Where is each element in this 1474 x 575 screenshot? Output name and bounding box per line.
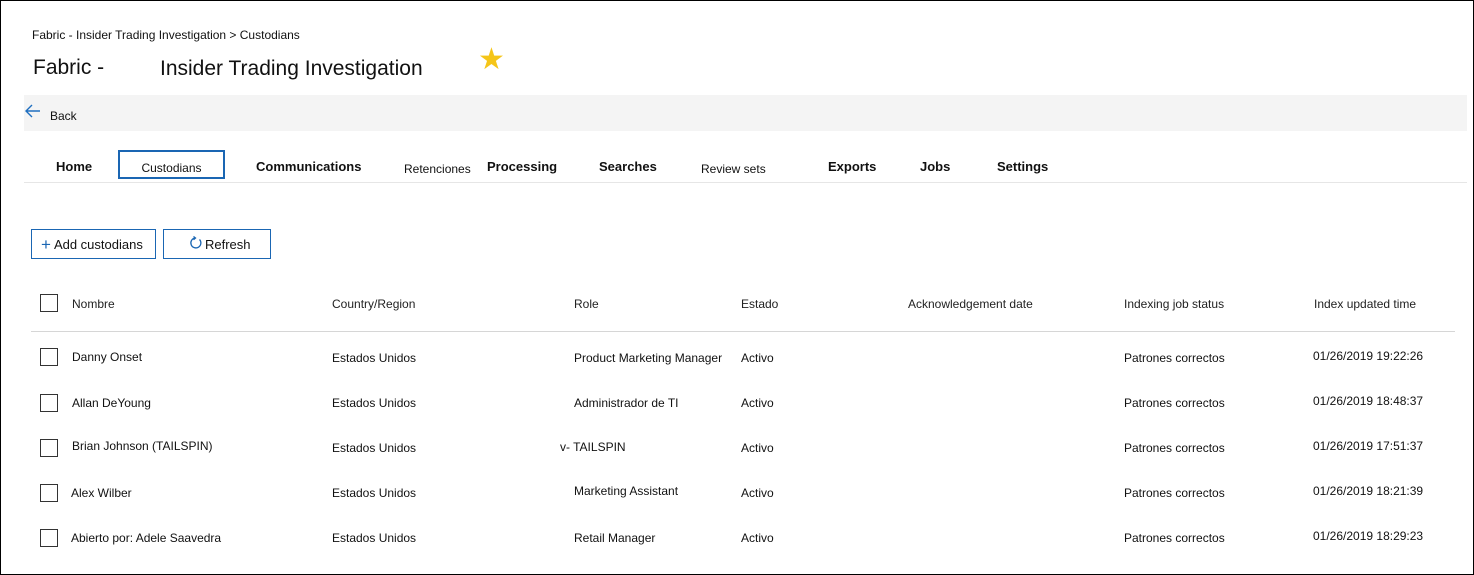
cell-country: Estados Unidos xyxy=(332,441,417,455)
cell-country: Estados Unidos xyxy=(332,351,417,365)
cell-name[interactable]: Brian Johnson (TAILSPIN) xyxy=(72,439,213,453)
cell-name[interactable]: Danny Onset xyxy=(72,350,142,364)
back-button[interactable]: Back xyxy=(50,109,77,123)
tab-custodians[interactable]: Custodians xyxy=(118,150,225,179)
cell-role: v- TAILSPIN xyxy=(560,440,626,454)
cell-indexing-status: Patrones correctos xyxy=(1124,351,1225,365)
header-divider xyxy=(31,331,1455,332)
cell-country: Estados Unidos xyxy=(332,486,417,500)
tab-review-sets[interactable]: Review sets xyxy=(701,162,766,176)
refresh-label: Refresh xyxy=(205,236,251,252)
cell-estado: Activo xyxy=(741,396,774,410)
row-checkbox[interactable] xyxy=(40,529,58,547)
row-checkbox[interactable] xyxy=(40,394,58,412)
cell-country: Estados Unidos xyxy=(332,531,417,545)
cell-name[interactable]: Alex Wilber xyxy=(71,486,132,500)
breadcrumb[interactable]: Fabric - Insider Trading Investigation >… xyxy=(32,28,300,42)
cell-country: Estados Unidos xyxy=(332,396,417,410)
column-header-ack-date[interactable]: Acknowledgement date xyxy=(908,297,1033,311)
cell-role: Administrador de TI xyxy=(574,396,679,410)
cell-index-updated: 01/26/2019 17:51:37 xyxy=(1313,439,1424,453)
arrow-left-icon[interactable] xyxy=(25,103,41,123)
row-checkbox[interactable] xyxy=(40,439,58,457)
tab-searches[interactable]: Searches xyxy=(599,159,657,174)
column-header-estado[interactable]: Estado xyxy=(741,297,778,311)
cell-estado: Activo xyxy=(741,531,774,545)
cell-index-updated: 01/26/2019 19:22:26 xyxy=(1313,349,1424,363)
column-header-country[interactable]: Country/Region xyxy=(332,297,415,311)
add-custodians-label: Add custodians xyxy=(53,236,143,252)
column-header-role[interactable]: Role xyxy=(574,297,599,311)
cell-name[interactable]: Abierto por: Adele Saavedra xyxy=(71,531,221,545)
tab-processing[interactable]: Processing xyxy=(487,159,557,174)
refresh-icon xyxy=(188,235,202,253)
cell-name[interactable]: Allan DeYoung xyxy=(72,396,151,410)
tab-home[interactable]: Home xyxy=(56,159,92,174)
cell-index-updated: 01/26/2019 18:21:39 xyxy=(1313,484,1424,498)
window-frame xyxy=(0,0,1474,575)
refresh-button[interactable]: Refresh xyxy=(163,229,271,259)
tab-communications[interactable]: Communications xyxy=(256,159,361,174)
column-header-index-updated[interactable]: Index updated time xyxy=(1314,297,1416,311)
column-header-nombre[interactable]: Nombre xyxy=(72,297,115,311)
cell-role: Product Marketing Manager xyxy=(574,351,723,365)
cell-role: Marketing Assistant xyxy=(574,484,679,498)
column-header-indexing-status[interactable]: Indexing job status xyxy=(1124,297,1224,311)
cell-indexing-status: Patrones correctos xyxy=(1124,531,1225,545)
row-checkbox[interactable] xyxy=(40,484,58,502)
cell-estado: Activo xyxy=(741,441,774,455)
plus-icon: + xyxy=(41,234,51,254)
cell-indexing-status: Patrones correctos xyxy=(1124,486,1225,500)
cell-estado: Activo xyxy=(741,351,774,365)
cell-index-updated: 01/26/2019 18:48:37 xyxy=(1313,394,1424,408)
cell-indexing-status: Patrones correctos xyxy=(1124,441,1225,455)
cell-index-updated: 01/26/2019 18:29:23 xyxy=(1313,529,1424,543)
row-checkbox[interactable] xyxy=(40,348,58,366)
select-all-checkbox[interactable] xyxy=(40,294,58,312)
cell-role: Retail Manager xyxy=(574,531,656,545)
tab-jobs[interactable]: Jobs xyxy=(920,159,950,174)
page-title-prefix: Fabric - xyxy=(33,56,105,79)
back-bar xyxy=(24,95,1467,131)
tab-retenciones[interactable]: Retenciones xyxy=(404,162,471,176)
tab-exports[interactable]: Exports xyxy=(828,159,876,174)
cell-indexing-status: Patrones correctos xyxy=(1124,396,1225,410)
cell-estado: Activo xyxy=(741,486,774,500)
star-icon[interactable]: ★ xyxy=(478,45,505,75)
tab-settings[interactable]: Settings xyxy=(997,159,1048,174)
tabs-divider xyxy=(24,182,1467,183)
page-title: Insider Trading Investigation xyxy=(160,57,423,80)
add-custodians-button[interactable]: + Add custodians xyxy=(31,229,156,259)
